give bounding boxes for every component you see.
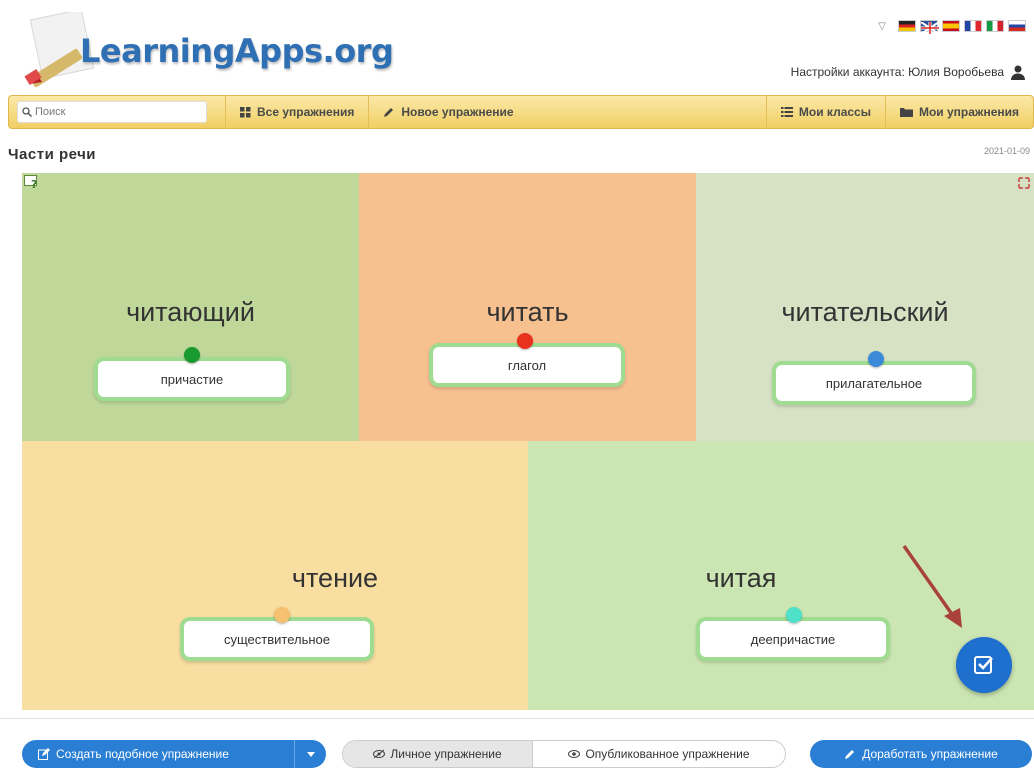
nav-label: Мои классы: [798, 105, 871, 119]
flag-de-icon[interactable]: [898, 20, 916, 32]
improve-exercise-label: Доработать упражнение: [862, 747, 998, 761]
word-cell: чтение существительное: [22, 441, 528, 710]
title-row: Части речи 2021-01-09: [8, 146, 1034, 166]
grid-icon: [240, 106, 251, 117]
nav-my-classes[interactable]: Мои классы: [765, 95, 885, 129]
answer-card-label: существительное: [223, 631, 330, 647]
create-similar-button[interactable]: Создать подобное упражнение: [22, 740, 326, 768]
answer-card-label: причастие: [160, 371, 224, 387]
pin-icon: [517, 333, 533, 349]
fullscreen-icon[interactable]: [1018, 177, 1030, 189]
nav-my-exercises[interactable]: Мои упражнения: [884, 95, 1033, 129]
pencil-icon: [384, 108, 394, 117]
answer-card[interactable]: деепричастие: [696, 617, 890, 661]
answer-card-label: прилагательное: [825, 375, 923, 391]
header: LearningApps.org ▽ Настройки аккаунта: Ю…: [0, 0, 1034, 95]
answer-card-label: глагол: [507, 357, 547, 373]
check-button[interactable]: [956, 637, 1012, 693]
flag-it-icon[interactable]: [986, 20, 1004, 32]
language-selector[interactable]: ▽: [878, 20, 1026, 35]
answer-card[interactable]: существительное: [180, 617, 374, 661]
answer-card[interactable]: глагол: [429, 343, 625, 387]
account-label[interactable]: Настройки аккаунта: Юлия Воробьева: [791, 65, 1004, 79]
chevron-down-icon: [306, 751, 315, 757]
word-label: читательский: [781, 297, 949, 327]
account-settings[interactable]: Настройки аккаунта: Юлия Воробьева: [791, 64, 1026, 80]
footer-divider: [0, 718, 1034, 719]
logo[interactable]: LearningApps.org: [18, 12, 394, 94]
private-exercise-option[interactable]: Личное упражнение: [343, 741, 533, 767]
search-input[interactable]: Поиск: [17, 101, 207, 123]
answer-card[interactable]: прилагательное: [772, 361, 976, 405]
list-icon: [780, 107, 793, 117]
nav-all-exercises[interactable]: Все упражнения: [225, 95, 368, 129]
pin-icon: [184, 347, 200, 363]
pin-icon: [274, 607, 290, 623]
published-exercise-option[interactable]: Опубликованное упражнение: [533, 741, 785, 767]
check-icon: [974, 656, 993, 674]
flag-es-icon[interactable]: [942, 20, 960, 32]
exercise-app: читающий причастие читать глагол читател…: [22, 173, 1034, 710]
edit-icon: [38, 748, 50, 760]
page-title: Части речи: [8, 146, 97, 163]
pin-icon: [868, 351, 884, 367]
annotation-arrow-icon: [902, 544, 962, 628]
nav-new-exercise[interactable]: Новое упражнение: [368, 95, 527, 129]
pin-icon: [786, 607, 802, 623]
nav-label: Мои упражнения: [918, 105, 1019, 119]
create-similar-dropdown[interactable]: [294, 740, 326, 768]
private-exercise-label: Личное упражнение: [390, 747, 502, 761]
eye-icon: [568, 750, 581, 758]
search-placeholder: Поиск: [35, 106, 66, 118]
eye-slash-icon: [373, 749, 386, 759]
pencil-icon: [845, 750, 855, 759]
main-nav: Поиск Все упражнения Новое упражнение Мо…: [8, 95, 1034, 129]
visibility-toggle: Личное упражнение Опубликованное упражне…: [342, 740, 786, 768]
flag-fr-icon[interactable]: [964, 20, 982, 32]
word-cell: читательский прилагательное: [696, 173, 1034, 441]
word-label: читающий: [126, 297, 255, 327]
answer-card[interactable]: причастие: [94, 357, 290, 401]
word-label: читать: [486, 297, 569, 327]
nav-label: Все упражнения: [257, 105, 355, 119]
dropdown-arrow-icon[interactable]: ▽: [878, 21, 886, 32]
create-similar-label: Создать подобное упражнение: [56, 747, 229, 761]
word-cell: читать глагол: [359, 173, 696, 441]
improve-exercise-button[interactable]: Доработать упражнение: [810, 740, 1032, 768]
answer-card-label: деепричастие: [750, 631, 836, 647]
page-date: 2021-01-09: [983, 146, 1030, 156]
create-similar-main[interactable]: Создать подобное упражнение: [22, 740, 294, 768]
word-cell: читающий причастие: [22, 173, 359, 441]
user-icon: [1011, 65, 1025, 80]
logo-text: LearningApps.org: [80, 32, 394, 70]
help-icon[interactable]: ?: [24, 175, 40, 189]
nav-label: Новое упражнение: [401, 105, 514, 119]
svg-text:?: ?: [31, 178, 37, 189]
search-icon: [22, 107, 32, 117]
folder-icon: [899, 108, 913, 117]
flag-ru-icon[interactable]: [1008, 20, 1026, 32]
flag-en-icon[interactable]: [920, 20, 940, 35]
footer: Создать подобное упражнение Личное упраж…: [0, 740, 1034, 771]
published-exercise-label: Опубликованное упражнение: [585, 747, 750, 761]
